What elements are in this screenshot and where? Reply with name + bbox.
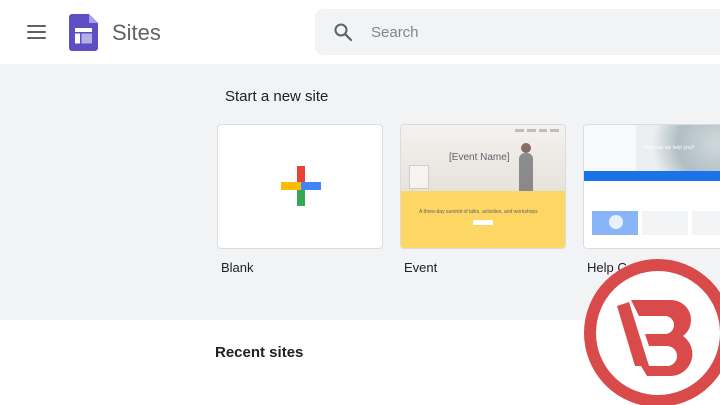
easel-image	[409, 165, 429, 189]
event-preview-tagline: A three-day summit of talks, activities,…	[419, 209, 538, 215]
event-template-label: Event	[404, 260, 438, 275]
help-tile-icon	[609, 215, 623, 229]
hamburger-menu-icon	[26, 25, 46, 27]
help-preview-question: How can we help you?	[644, 145, 695, 151]
blank-template-label: Blank	[221, 260, 254, 275]
help-preview-band	[584, 171, 720, 181]
speaker-image	[521, 143, 531, 153]
search-icon[interactable]	[333, 22, 353, 42]
start-new-site-heading: Start a new site	[225, 88, 329, 105]
main-menu-button[interactable]	[20, 18, 52, 46]
plus-icon	[281, 166, 321, 206]
google-sites-logo[interactable]	[69, 14, 98, 51]
event-preview-nav	[515, 129, 559, 132]
recent-sites-heading: Recent sites	[215, 344, 304, 361]
blank-template-card[interactable]	[217, 124, 383, 249]
event-template-card[interactable]: [Event Name] A three-day summit of talks…	[400, 124, 566, 249]
channel-logo-b-icon	[584, 259, 720, 405]
app-title: Sites	[112, 20, 161, 45]
event-preview-name: [Event Name]	[449, 152, 510, 163]
help-preview-tile	[692, 211, 720, 235]
app-header: Sites	[0, 0, 720, 64]
help-preview-tile	[642, 211, 688, 235]
search-input[interactable]	[371, 19, 711, 45]
search-bar[interactable]	[315, 9, 720, 55]
event-preview-button	[473, 220, 493, 225]
help-center-template-card[interactable]: How can we help you?	[583, 124, 720, 249]
